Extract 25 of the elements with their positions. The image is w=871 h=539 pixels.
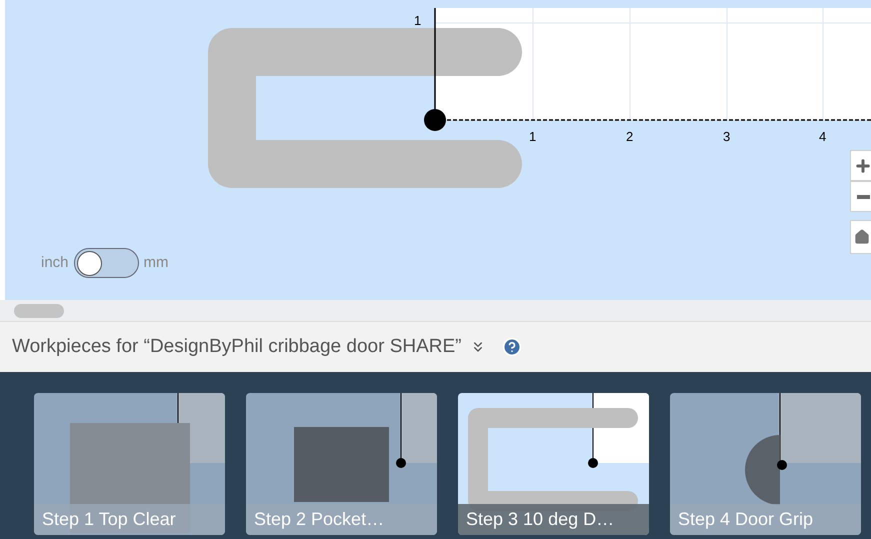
zoom-out-button[interactable] [850,181,871,212]
zoom-in-button[interactable] [850,150,871,181]
workpiece-card[interactable]: Step 2 Pocket… [246,393,437,535]
workpiece-label: Step 3 10 deg D… [458,504,649,535]
axis-tick-label: 1 [414,14,422,27]
help-icon[interactable] [502,337,522,357]
workpieces-title: Workpieces for “DesignByPhil cribbage door SHARE” [12,334,462,359]
zoom-out-icon [857,194,870,198]
axis-tick-label: 2 [626,130,634,143]
scrollbar-thumb[interactable] [14,304,64,318]
zoom-in-icon [854,156,871,174]
home-button[interactable] [850,220,871,254]
inch-label: inch [41,252,69,273]
axis-tick-label: 1 [529,130,536,143]
home-icon [854,229,870,245]
workpiece-card[interactable]: Step 3 10 deg D… [458,393,649,535]
axis-tick-label: 4 [819,130,826,143]
workpiece-card[interactable]: Step 4 Door Grip [670,393,861,535]
axis-tick-label: 3 [723,130,730,143]
workpiece-card[interactable]: Step 1 Top Clear [34,393,225,535]
workpiece-label: Step 1 Top Clear [34,504,225,535]
workpiece-label: Step 2 Pocket… [246,504,437,535]
workpiece-label: Step 4 Door Grip [670,504,861,535]
unit-toggle[interactable] [74,248,139,278]
mm-label: mm [144,252,169,273]
